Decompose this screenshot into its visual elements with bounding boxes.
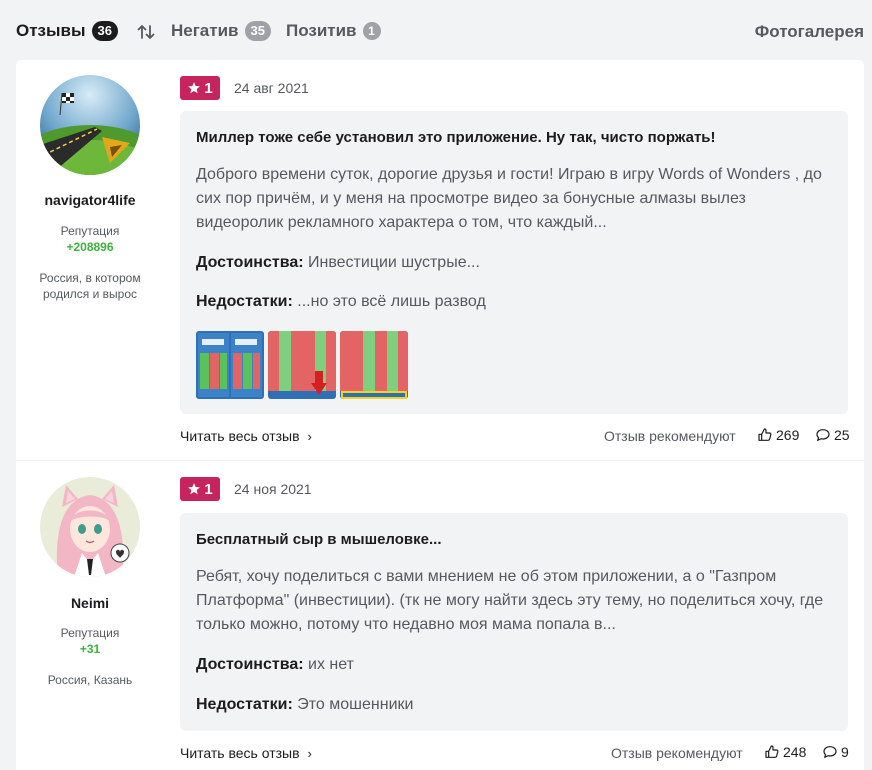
like-button[interactable]: 269	[757, 427, 799, 443]
photo-gallery-link[interactable]: Фотогалерея	[755, 22, 864, 42]
star-icon	[188, 82, 201, 94]
rating-badge: 1	[180, 477, 220, 501]
review-card: Neimi Репутация +31 Россия, Казань 1 24 …	[16, 461, 864, 770]
photo-preview	[268, 331, 336, 399]
tab-positive[interactable]: Позитив 1	[286, 21, 381, 41]
read-full-review-link[interactable]: Читать весь отзыв ›	[180, 745, 312, 761]
photo-preview	[196, 331, 264, 399]
pros-text: их нет	[308, 656, 354, 673]
review-title[interactable]: Бесплатный сыр в мышеловке...	[196, 531, 442, 548]
photo-preview	[340, 331, 408, 399]
recommend-label: Отзыв рекомендуют	[611, 745, 743, 761]
like-button[interactable]: 248	[764, 744, 806, 760]
pros-label: Достоинства:	[196, 254, 304, 271]
like-count: 248	[783, 744, 807, 760]
recommend-label: Отзыв рекомендуют	[604, 428, 736, 444]
cons-label: Недостатки:	[196, 293, 293, 310]
tab-reviews[interactable]: Отзывы 36	[16, 21, 118, 41]
comments-button[interactable]: 25	[815, 427, 850, 443]
tab-positive-count: 1	[362, 22, 381, 40]
review-cons: Недостатки: Это мошенники	[196, 696, 413, 714]
tab-negative[interactable]: Негатив 35	[171, 21, 271, 41]
review-pros: Достоинства: их нет	[196, 656, 354, 674]
reputation-value: +208896	[66, 240, 114, 254]
avatar-image	[40, 75, 140, 175]
avatar-image	[40, 477, 140, 577]
user-avatar[interactable]	[40, 75, 140, 175]
pros-text: Инвестиции шустрые...	[308, 254, 480, 271]
tab-negative-count: 35	[244, 21, 271, 41]
review-cons: Недостатки: ...но это всё лишь развод	[196, 293, 486, 311]
review-photo-thumbnail[interactable]	[268, 331, 336, 399]
tab-reviews-count: 36	[91, 21, 118, 41]
rating-badge: 1	[180, 76, 220, 100]
cons-text: ...но это всё лишь развод	[297, 293, 486, 310]
review-body: Миллер тоже себе установил это приложени…	[180, 111, 848, 414]
review-body: Бесплатный сыр в мышеловке... Ребят, хоч…	[180, 513, 848, 731]
review-photo-thumbnail[interactable]	[196, 331, 264, 399]
like-count: 269	[776, 427, 800, 443]
chevron-right-icon: ›	[307, 429, 312, 444]
cons-label: Недостатки:	[196, 696, 293, 713]
read-more-label: Читать весь отзыв	[180, 745, 300, 761]
read-more-label: Читать весь отзыв	[180, 428, 300, 444]
sort-icon[interactable]	[136, 22, 156, 42]
review-date: 24 авг 2021	[234, 80, 309, 96]
star-icon	[188, 483, 201, 495]
read-full-review-link[interactable]: Читать весь отзыв ›	[180, 428, 312, 444]
review-date: 24 ноя 2021	[234, 481, 312, 497]
review-filter-tabs: Отзывы 36 Негатив 35 Позитив 1 Фотогалер…	[0, 0, 872, 60]
review-card: navigator4life Репутация +208896 Россия,…	[16, 60, 864, 460]
comments-button[interactable]: 9	[822, 744, 849, 760]
reputation-label: Репутация	[60, 224, 120, 238]
reputation-label: Репутация	[60, 626, 120, 640]
user-location: Россия, в котором родился и вырос	[39, 271, 141, 301]
pros-label: Достоинства:	[196, 656, 304, 673]
comment-icon	[816, 429, 830, 441]
tab-negative-label: Негатив	[171, 21, 239, 40]
reputation-value: +31	[79, 642, 101, 656]
cons-text: Это мошенники	[297, 696, 414, 713]
comment-icon	[823, 746, 837, 758]
tab-positive-label: Позитив	[286, 21, 357, 40]
thumbs-up-icon	[758, 428, 772, 441]
rating-value: 1	[204, 480, 213, 498]
rating-value: 1	[204, 79, 213, 97]
user-name[interactable]: navigator4life	[16, 192, 164, 208]
review-photo-thumbnail[interactable]	[340, 331, 408, 399]
user-name[interactable]: Neimi	[16, 595, 164, 611]
review-pros: Достоинства: Инвестиции шустрые...	[196, 254, 480, 272]
comment-count: 9	[841, 744, 849, 760]
review-excerpt: Доброго времени суток, дорогие друзья и …	[196, 166, 822, 231]
review-excerpt: Ребят, хочу поделиться с вами мнением не…	[196, 568, 824, 633]
comment-count: 25	[834, 427, 850, 443]
review-title[interactable]: Миллер тоже себе установил это приложени…	[196, 129, 716, 146]
user-location: Россия, Казань	[47, 673, 133, 687]
thumbs-up-icon	[765, 745, 779, 758]
tab-reviews-label: Отзывы	[16, 21, 86, 40]
user-avatar[interactable]	[40, 477, 140, 577]
chevron-right-icon: ›	[307, 746, 312, 761]
